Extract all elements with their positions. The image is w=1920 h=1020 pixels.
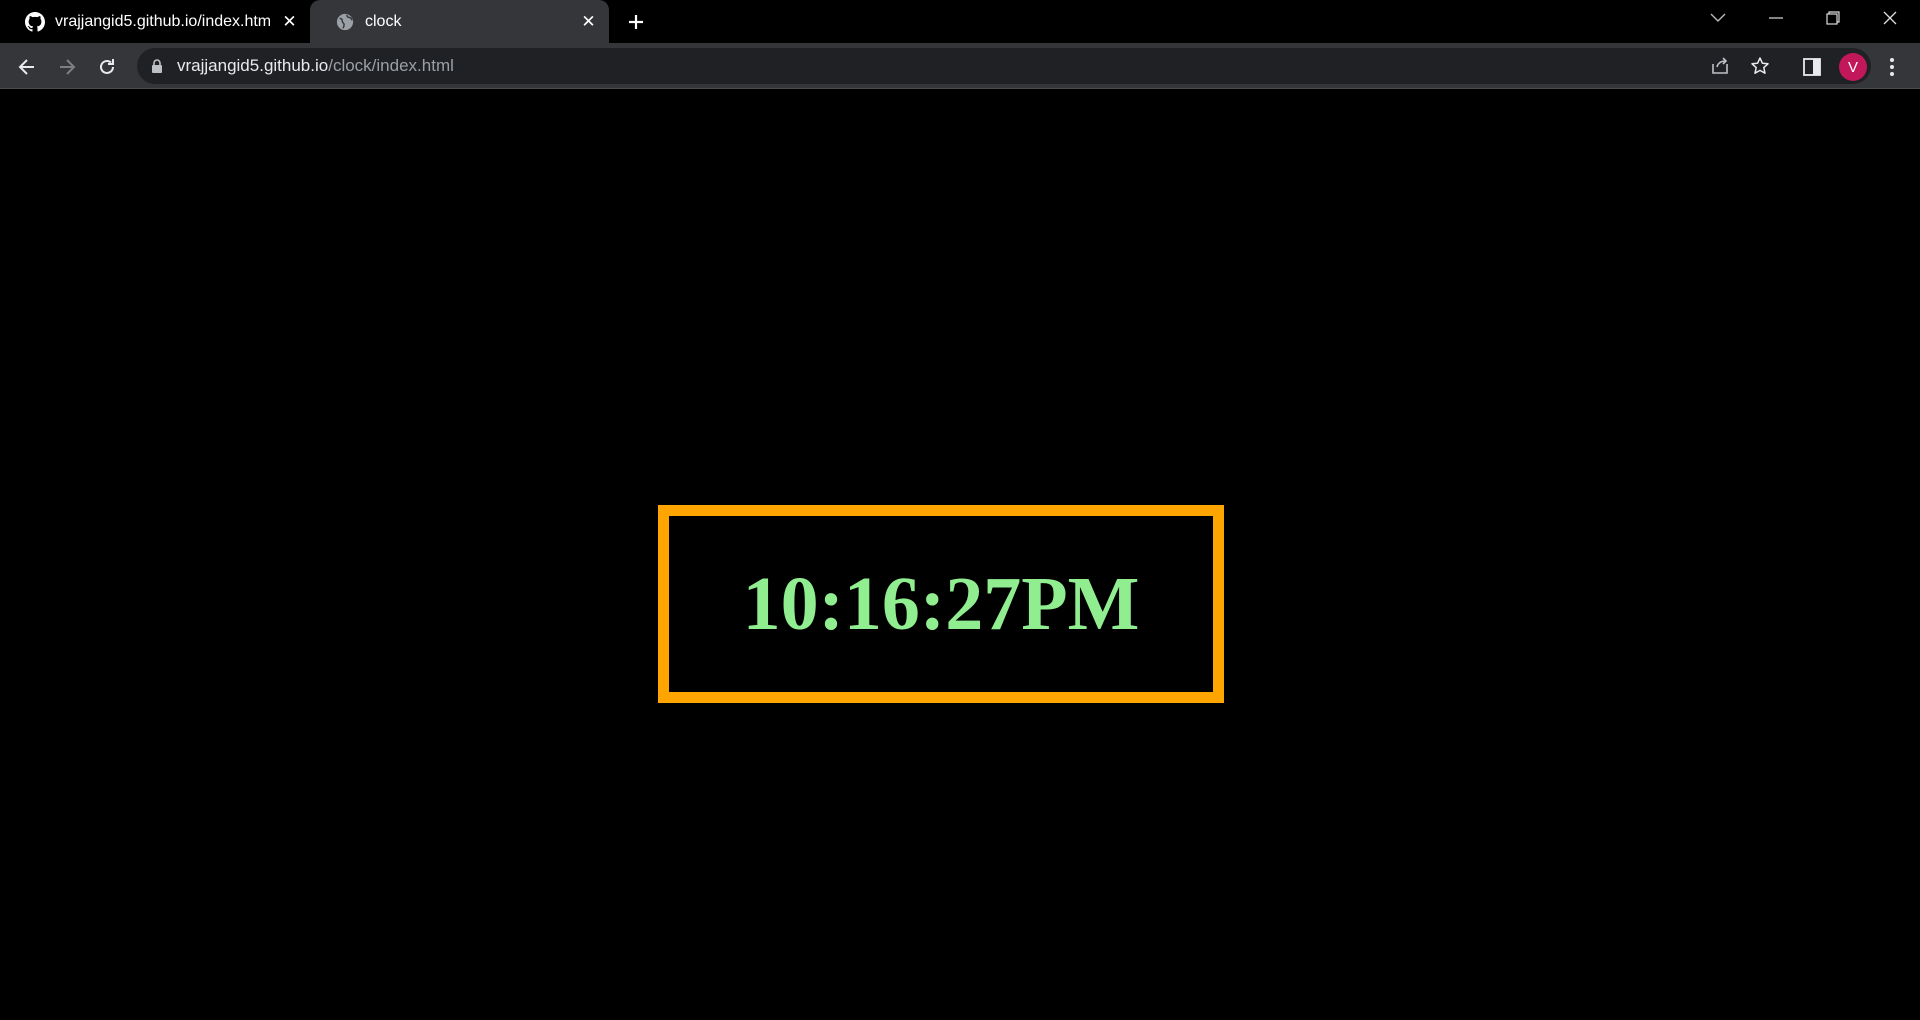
back-button[interactable]	[11, 51, 43, 83]
minimize-button[interactable]	[1748, 0, 1804, 36]
reload-button[interactable]	[91, 51, 123, 83]
tab-strip: vrajjangid5.github.io/index.html at main…	[0, 0, 1920, 43]
menu-kebab-icon[interactable]	[1880, 53, 1904, 81]
new-tab-button[interactable]	[622, 8, 650, 36]
side-panel-icon[interactable]	[1800, 55, 1824, 79]
close-window-button[interactable]	[1862, 0, 1918, 36]
close-icon	[1883, 11, 1897, 25]
minimize-icon	[1769, 17, 1783, 19]
tab-title: vrajjangid5.github.io/index.html at main	[55, 13, 270, 30]
reload-icon	[100, 59, 114, 74]
restore-icon	[1826, 11, 1840, 25]
clock-time: 10:16:27PM	[742, 562, 1140, 646]
close-tab-icon[interactable]: ✕	[279, 11, 300, 32]
tab-clock[interactable]: clock ✕	[310, 0, 609, 43]
profile-avatar[interactable]: V	[1839, 53, 1867, 81]
arrow-left-icon	[18, 59, 34, 75]
url-host: vrajjangid5.github.io	[177, 56, 329, 75]
browser-toolbar: vrajjangid5.github.io/clock/index.html V	[0, 43, 1920, 89]
address-bar[interactable]: vrajjangid5.github.io/clock/index.html	[137, 48, 1871, 84]
restore-button[interactable]	[1805, 0, 1861, 36]
clock-frame: 10:16:27PM	[658, 505, 1224, 703]
chevron-down-icon	[1710, 13, 1726, 22]
github-icon	[24, 11, 45, 32]
lock-icon[interactable]	[149, 58, 165, 74]
tab-search-button[interactable]	[1690, 0, 1746, 36]
url-text[interactable]: vrajjangid5.github.io/clock/index.html	[177, 56, 454, 76]
forward-button[interactable]	[51, 51, 83, 83]
avatar-initial: V	[1847, 58, 1858, 76]
url-path: /clock/index.html	[328, 56, 454, 75]
share-icon[interactable]	[1709, 55, 1731, 77]
page-viewport: 10:16:27PM	[0, 89, 1920, 1020]
tab-title: clock	[365, 13, 402, 30]
close-tab-icon[interactable]: ✕	[578, 11, 599, 32]
tab-github[interactable]: vrajjangid5.github.io/index.html at main…	[0, 0, 310, 43]
plus-icon	[629, 15, 643, 29]
arrow-right-icon	[60, 59, 76, 75]
bookmark-star-icon[interactable]	[1749, 55, 1771, 77]
globe-icon	[334, 11, 355, 32]
